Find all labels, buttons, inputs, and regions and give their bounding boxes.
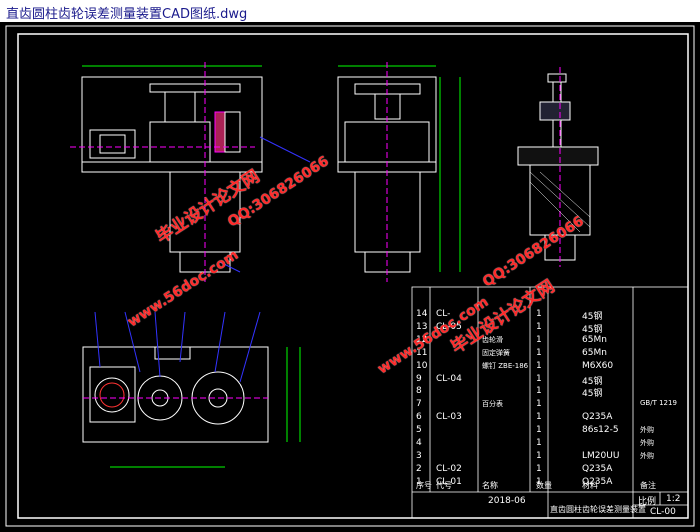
bom-cell-note: GB/T 1219 (640, 399, 677, 408)
bom-cell-no: 8 (416, 386, 422, 397)
bom-cell-qty: 1 (536, 347, 542, 358)
bom-cell-code: CL-04 (436, 373, 462, 384)
bom-cell-note: 外购 (640, 439, 654, 447)
bom-cell-qty: 1 (536, 425, 542, 436)
title-block-drawing-name: 直齿圆柱齿轮误差测量装置 (550, 505, 646, 514)
bom-cell-mat: Q235A (582, 463, 613, 474)
bom-cell-qty: 1 (536, 386, 542, 397)
bom-cell-mat: 45钢 (582, 376, 603, 387)
bom-cell-note: 外购 (640, 451, 654, 460)
bom-cell-mat: M6X60 (582, 360, 614, 371)
bom-cell-qty: 1 (536, 438, 542, 448)
bom-cell-qty: 1 (536, 334, 542, 345)
bom-cell-no: 10 (416, 360, 428, 371)
cad-drawing-canvas[interactable]: 14 CL- 1 45钢 13 CL-05 1 45钢 12 齿轮滑 1 65Mn 11 固定弹簧 1 65M… (0, 22, 700, 532)
bom-cell-qty: 1 (536, 450, 542, 461)
bom-cell-no: 9 (416, 373, 422, 384)
bom-header-note: 备注 (640, 481, 656, 490)
bom-cell-mat: Q235A (582, 412, 613, 423)
bom-cell-no: 14 (416, 309, 428, 319)
front-view (70, 62, 311, 282)
bom-cell-name: 螺钉 ZBE-186 (482, 361, 529, 370)
bom-cell-qty: 1 (536, 373, 542, 384)
plan-view (82, 311, 301, 468)
bom-cell-no: 6 (416, 412, 422, 423)
side-view (337, 62, 461, 282)
bom-header-code: 代号 (436, 481, 452, 490)
bom-cell-no: 4 (416, 438, 422, 448)
bom-cell-mat: 45钢 (582, 312, 603, 322)
bom-cell-name: 百分表 (482, 400, 503, 409)
bom-cell-mat: LM20UU (582, 450, 620, 461)
bom-cell-mat: 65Mn (582, 334, 607, 345)
bom-cell-note: 外购 (640, 426, 654, 435)
bom-header-mat: 材料 (582, 481, 598, 490)
bom-cell-no: 3 (416, 450, 422, 461)
bom-cell-no: 7 (416, 399, 422, 410)
window-title: 直齿圆柱齿轮误差测量装置CAD图纸.dwg (6, 7, 248, 22)
bom-cell-code: CL-02 (436, 463, 462, 474)
bom-header-qty: 数量 (536, 481, 552, 490)
bom-cell-name: 固定弹簧 (482, 348, 510, 357)
bom-cell-qty: 1 (536, 321, 542, 332)
bom-header-no: 序号 (416, 481, 432, 490)
bom-cell-no: 2 (416, 463, 422, 474)
bom-cell-mat: 65Mn (582, 347, 607, 358)
bom-header-name: 名称 (482, 481, 498, 490)
bom-cell-mat: 45钢 (582, 389, 603, 400)
bom-cell-code: CL-03 (436, 412, 462, 423)
bom-cell-mat: 45钢 (582, 324, 603, 335)
title-bar: 直齿圆柱齿轮误差测量装置CAD图纸.dwg (0, 0, 700, 23)
bom-cell-no: 5 (416, 425, 422, 436)
bom-cell-qty: 1 (536, 309, 542, 319)
title-block-date: 2018-06 (488, 496, 526, 506)
bom-cell-mat: 86s12-5 (582, 425, 619, 436)
title-block-ratio-label: 比例 (638, 497, 657, 507)
bom-cell-qty: 1 (536, 463, 542, 474)
bom-cell-qty: 1 (536, 399, 542, 410)
title-block-ratio: 1:2 (666, 494, 681, 504)
title-block-drawing-no: CL-00 (650, 507, 676, 517)
bom-cell-qty: 1 (536, 412, 542, 423)
bom-cell-qty: 1 (536, 360, 542, 371)
